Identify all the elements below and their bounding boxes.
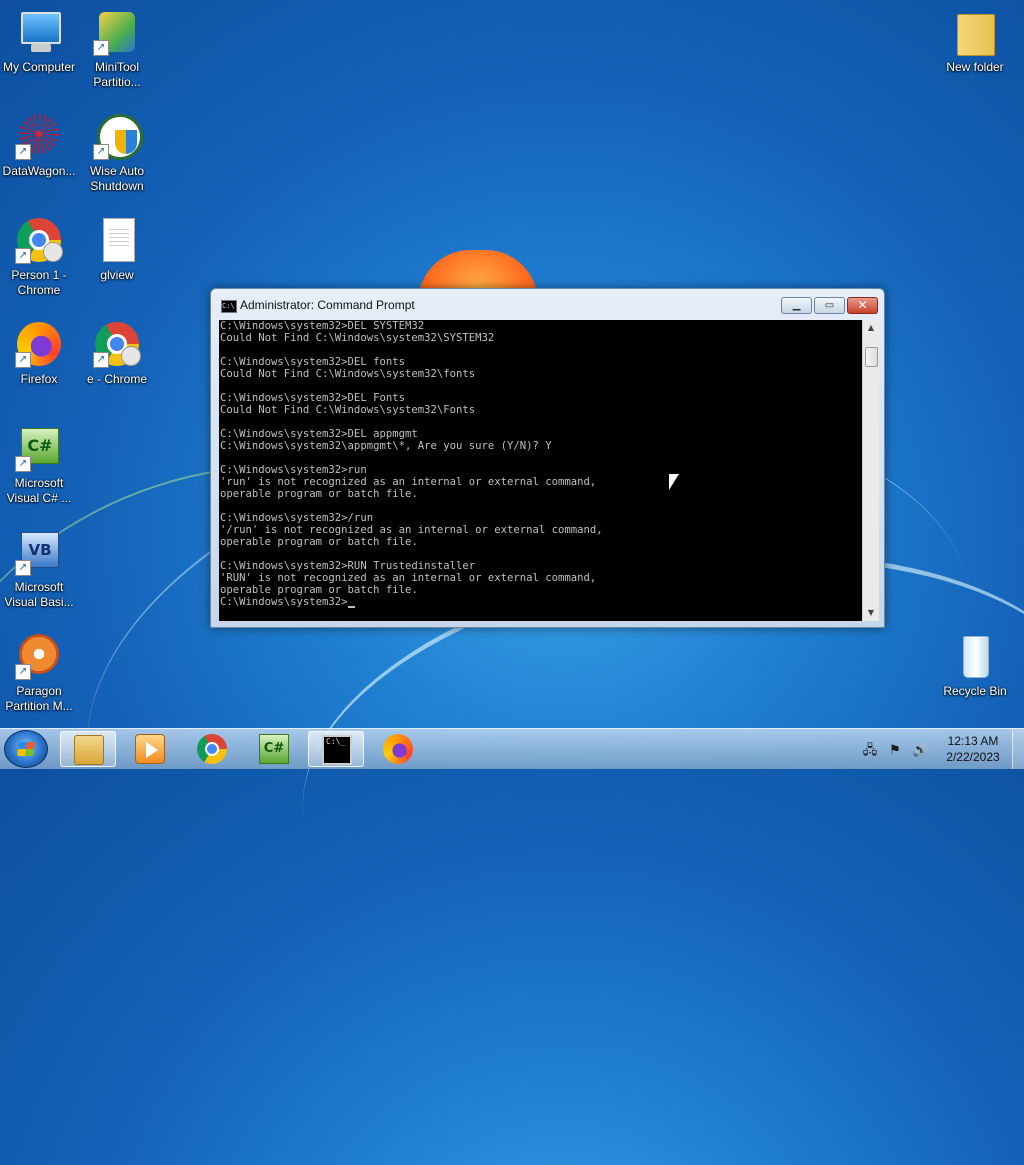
desktop-icon-firefox[interactable]: ↗ Firefox bbox=[0, 320, 78, 387]
shortcut-arrow-icon: ↗ bbox=[15, 664, 31, 680]
scrollbar-thumb[interactable] bbox=[865, 347, 878, 367]
desktop-icon-label: MiniTool Partitio... bbox=[93, 60, 141, 89]
shortcut-arrow-icon: ↗ bbox=[93, 40, 109, 56]
desktop-icon-minitool-partition[interactable]: ↗ MiniTool Partitio... bbox=[78, 8, 156, 90]
chrome-icon: ↗ bbox=[93, 320, 141, 368]
taskbar-button-media-player[interactable] bbox=[122, 731, 178, 767]
volume-icon[interactable]: 🔊 bbox=[912, 743, 928, 759]
shortcut-arrow-icon: ↗ bbox=[15, 352, 31, 368]
desktop-icon-label: glview bbox=[100, 268, 134, 282]
visual-csharp-icon: C# ↗ bbox=[15, 424, 63, 472]
taskbar-button-command-prompt[interactable]: C:\_ bbox=[308, 731, 364, 767]
paragon-partition-icon: ↗ bbox=[15, 632, 63, 680]
desktop-icon-label: Firefox bbox=[20, 372, 58, 386]
close-button[interactable]: ✕ bbox=[847, 297, 878, 314]
desktop-icon-label: My Computer bbox=[2, 60, 76, 74]
desktop-icon-visual-csharp[interactable]: C# ↗ Microsoft Visual C# ... bbox=[0, 424, 78, 506]
shortcut-arrow-icon: ↗ bbox=[15, 456, 31, 472]
person-icon bbox=[121, 346, 141, 366]
visual-csharp-icon: C# bbox=[259, 734, 289, 764]
taskbar-button-chrome[interactable] bbox=[184, 731, 240, 767]
shortcut-arrow-icon: ↗ bbox=[93, 144, 109, 160]
desktop-icon-paragon-partition[interactable]: ↗ Paragon Partition M... bbox=[0, 632, 78, 714]
shortcut-arrow-icon: ↗ bbox=[15, 144, 31, 160]
taskbar-clock[interactable]: 12:13 AM 2/22/2023 bbox=[935, 733, 1011, 765]
desktop-icon-wise-auto-shutdown[interactable]: ↗ Wise Auto Shutdown bbox=[78, 112, 156, 194]
taskbar-button-explorer[interactable] bbox=[60, 731, 116, 767]
taskbar: C# C:\_ 🖧 ⚑ 🔊 12:13 AM 2/22/2023 bbox=[0, 728, 1024, 769]
person-icon bbox=[43, 242, 63, 262]
maximize-icon: ▭ bbox=[824, 300, 835, 311]
scroll-down-arrow-icon[interactable]: ▼ bbox=[863, 605, 879, 621]
minitool-partition-icon: ↗ bbox=[93, 8, 141, 56]
windows-explorer-icon bbox=[74, 735, 104, 765]
datawagon-icon: ↗ bbox=[15, 112, 63, 160]
desktop-icon-datawagon[interactable]: ↗ DataWagon... bbox=[0, 112, 78, 179]
system-tray: 🖧 ⚑ 🔊 bbox=[862, 739, 937, 759]
desktop-icon-label: New folder bbox=[946, 60, 1004, 74]
clock-time: 12:13 AM bbox=[947, 734, 999, 748]
console-prompt: C:\Windows\system32> bbox=[220, 596, 348, 608]
shortcut-arrow-icon: ↗ bbox=[15, 560, 31, 576]
desktop-icon-label: DataWagon... bbox=[2, 164, 76, 178]
maximize-button[interactable]: ▭ bbox=[814, 297, 845, 314]
desktop-icon-my-computer[interactable]: My Computer bbox=[0, 8, 78, 75]
window-title: Administrator: Command Prompt bbox=[240, 298, 415, 312]
desktop-icon-label: e - Chrome bbox=[86, 372, 148, 386]
mouse-pointer-icon bbox=[669, 474, 679, 490]
close-icon: ✕ bbox=[857, 298, 868, 312]
shortcut-arrow-icon: ↗ bbox=[15, 248, 31, 264]
chrome-icon: ↗ bbox=[15, 216, 63, 264]
minimize-button[interactable]: ▁ bbox=[781, 297, 812, 314]
desktop-icon-label: Recycle Bin bbox=[943, 684, 1007, 698]
desktop-icon-visual-basic[interactable]: VB ↗ Microsoft Visual Basi... bbox=[0, 528, 78, 610]
firefox-icon: ↗ bbox=[15, 320, 63, 368]
command-prompt-window[interactable]: C:\ Administrator: Command Prompt ▁ ▭ ✕ … bbox=[210, 288, 885, 628]
desktop-icon-label: Microsoft Visual C# ... bbox=[6, 476, 72, 505]
command-prompt-icon: C:\_ bbox=[322, 735, 352, 765]
desktop-icon-person1-chrome[interactable]: ↗ Person 1 - Chrome bbox=[0, 216, 78, 298]
shortcut-arrow-icon: ↗ bbox=[93, 352, 109, 368]
command-prompt-icon: C:\ bbox=[221, 300, 237, 313]
wise-auto-shutdown-icon: ↗ bbox=[93, 112, 143, 160]
action-center-flag-icon[interactable]: ⚑ bbox=[887, 743, 903, 759]
start-button[interactable] bbox=[4, 730, 48, 768]
console-output[interactable]: C:\Windows\system32>DEL SYSTEM32 Could N… bbox=[219, 320, 862, 621]
network-icon[interactable]: 🖧 bbox=[862, 743, 878, 759]
text-cursor bbox=[347, 606, 355, 608]
desktop-icon-new-folder[interactable]: New folder bbox=[936, 8, 1014, 75]
desktop-icon-label: Wise Auto Shutdown bbox=[89, 164, 145, 193]
desktop-icon-label: Person 1 - Chrome bbox=[11, 268, 67, 297]
scroll-up-arrow-icon[interactable]: ▲ bbox=[863, 320, 879, 336]
windows-logo-icon bbox=[17, 742, 35, 756]
folder-icon bbox=[951, 8, 999, 56]
visual-basic-icon: VB ↗ bbox=[15, 528, 63, 576]
computer-icon bbox=[15, 8, 63, 56]
console-history: C:\Windows\system32>DEL SYSTEM32 Could N… bbox=[220, 320, 603, 596]
document-icon bbox=[93, 216, 141, 264]
window-titlebar[interactable]: C:\ Administrator: Command Prompt ▁ ▭ ✕ bbox=[211, 289, 884, 319]
taskbar-button-visual-csharp[interactable]: C# bbox=[246, 731, 302, 767]
desktop-icon-recycle-bin[interactable]: Recycle Bin bbox=[936, 632, 1014, 699]
chrome-icon bbox=[197, 734, 227, 764]
firefox-icon bbox=[383, 734, 413, 764]
recycle-bin-icon bbox=[951, 632, 999, 680]
show-desktop-button[interactable] bbox=[1012, 729, 1024, 769]
minimize-icon: ▁ bbox=[792, 300, 801, 311]
media-player-icon bbox=[135, 734, 165, 764]
desktop-icon-label: Microsoft Visual Basi... bbox=[4, 580, 74, 609]
desktop-icon-e-chrome[interactable]: ↗ e - Chrome bbox=[78, 320, 156, 387]
taskbar-button-firefox[interactable] bbox=[370, 731, 426, 767]
desktop-icon-label: Paragon Partition M... bbox=[5, 684, 73, 713]
desktop-icon-glview[interactable]: glview bbox=[78, 216, 156, 283]
clock-date: 2/22/2023 bbox=[946, 750, 1000, 764]
vertical-scrollbar[interactable]: ▲ ▼ bbox=[862, 320, 879, 621]
